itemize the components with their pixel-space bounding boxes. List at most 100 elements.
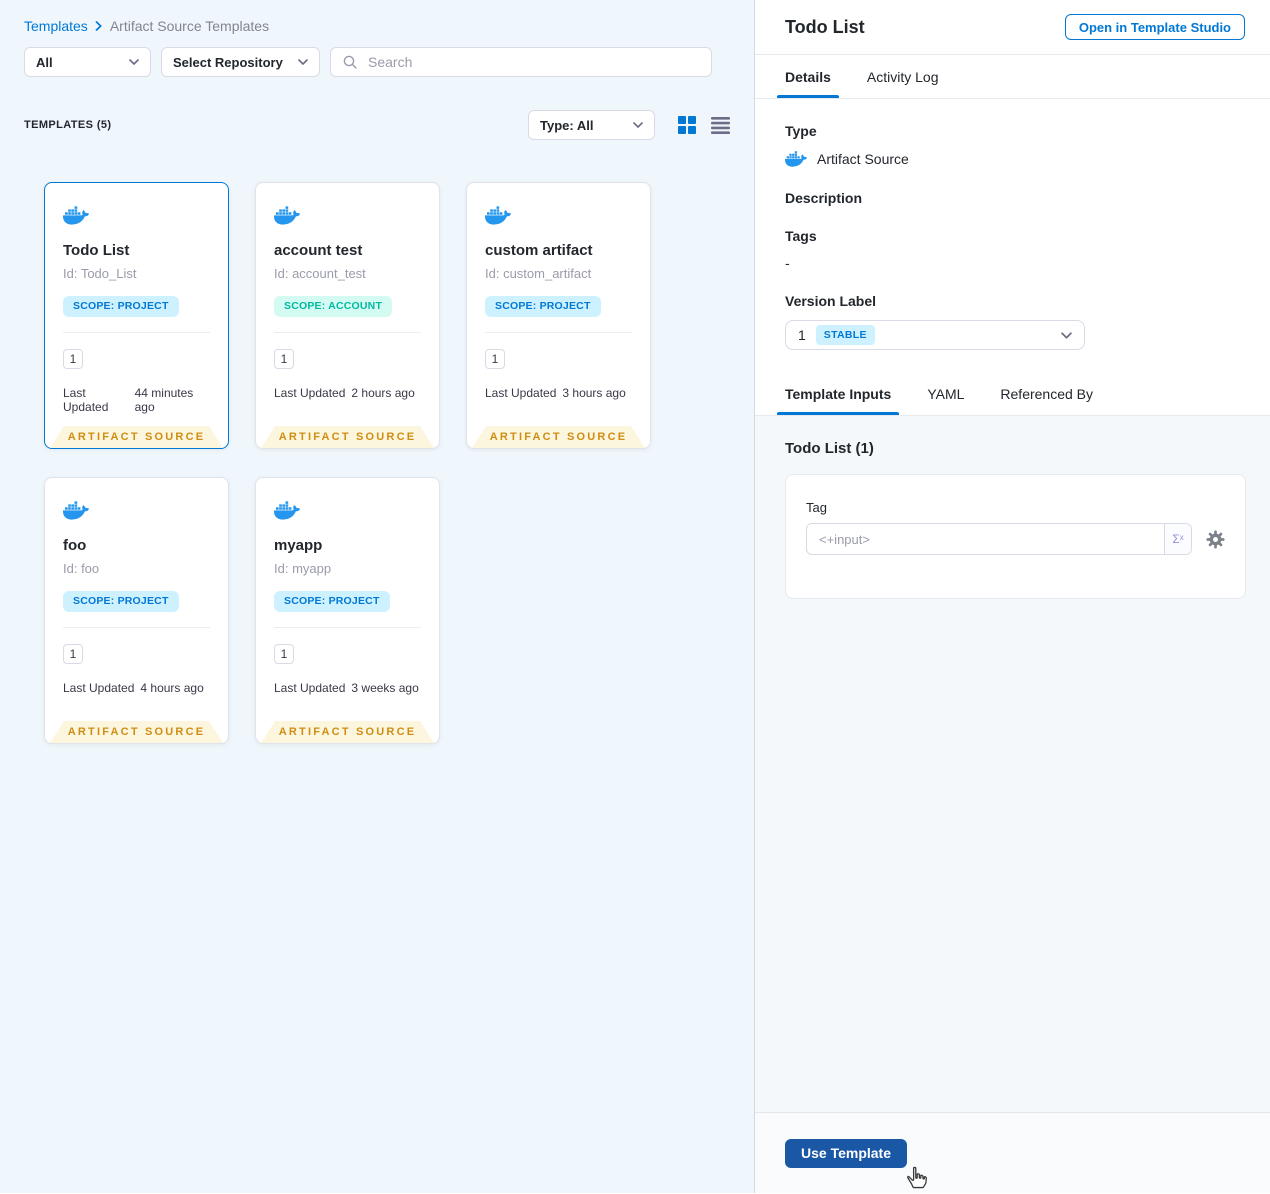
details-body: Type Artifact Source Description Tags - … bbox=[755, 99, 1270, 372]
stable-badge: STABLE bbox=[815, 325, 875, 345]
last-updated-value: 3 weeks ago bbox=[351, 681, 419, 695]
inputs-card: Tag Σˣ bbox=[785, 474, 1246, 599]
card-divider bbox=[63, 627, 210, 628]
version-chip: 1 bbox=[63, 349, 83, 369]
details-header: Todo List Open in Template Studio bbox=[755, 0, 1270, 55]
version-chip: 1 bbox=[274, 349, 294, 369]
open-in-template-studio-button[interactable]: Open in Template Studio bbox=[1064, 14, 1245, 40]
version-dropdown[interactable]: 1 STABLE bbox=[785, 320, 1085, 350]
filter-row: All Select Repository bbox=[24, 47, 730, 77]
template-card-account-test[interactable]: account test Id: account_test SCOPE: ACC… bbox=[255, 182, 440, 449]
last-updated-value: 44 minutes ago bbox=[134, 386, 194, 414]
tag-input-wrapper: Σˣ bbox=[806, 523, 1192, 555]
details-footer: Use Template bbox=[755, 1112, 1270, 1193]
docker-icon bbox=[274, 205, 421, 226]
docker-icon bbox=[63, 500, 210, 521]
tag-field-label: Tag bbox=[806, 500, 827, 515]
repository-filter-value: Select Repository bbox=[173, 54, 283, 70]
repository-filter-dropdown[interactable]: Select Repository bbox=[161, 47, 320, 77]
type-filter-dropdown[interactable]: Type: All bbox=[528, 110, 655, 140]
tag-input-row: Σˣ bbox=[806, 523, 1225, 555]
scope-badge: SCOPE: PROJECT bbox=[274, 591, 390, 612]
docker-icon bbox=[274, 500, 421, 521]
artifact-source-ribbon: ARTIFACT SOURCE bbox=[261, 426, 434, 448]
last-updated-label: Last Updated bbox=[63, 681, 135, 695]
template-card-myapp[interactable]: myapp Id: myapp SCOPE: PROJECT 1 Last Up… bbox=[255, 477, 440, 744]
last-updated-value: 3 hours ago bbox=[562, 386, 626, 400]
template-name: account test bbox=[274, 242, 363, 259]
version-chip: 1 bbox=[274, 644, 294, 664]
docker-icon bbox=[485, 205, 632, 226]
expression-icon[interactable]: Σˣ bbox=[1164, 524, 1191, 554]
description-label: Description bbox=[785, 190, 863, 206]
chevron-right-icon bbox=[95, 21, 103, 31]
artifact-source-ribbon: ARTIFACT SOURCE bbox=[261, 721, 434, 743]
version-chip: 1 bbox=[485, 349, 505, 369]
docker-icon bbox=[785, 150, 807, 168]
chevron-down-icon bbox=[633, 122, 643, 128]
template-name: Todo List bbox=[63, 242, 130, 259]
template-library-page: Templates Artifact Source Templates All … bbox=[0, 0, 1270, 1193]
list-view-icon[interactable] bbox=[711, 116, 730, 134]
template-id: Id: myapp bbox=[274, 561, 332, 576]
tags-value: - bbox=[785, 255, 790, 271]
scope-badge: SCOPE: ACCOUNT bbox=[274, 296, 393, 317]
details-tabbar: Details Activity Log bbox=[755, 55, 1270, 99]
scope-badge: SCOPE: PROJECT bbox=[485, 296, 601, 317]
tab-template-inputs[interactable]: Template Inputs bbox=[776, 372, 900, 415]
search-icon bbox=[343, 55, 357, 69]
chevron-down-icon bbox=[129, 59, 139, 65]
scope-filter-value: All bbox=[36, 54, 53, 70]
template-id: Id: Todo_List bbox=[63, 266, 137, 281]
template-id: Id: custom_artifact bbox=[485, 266, 592, 281]
template-card-foo[interactable]: foo Id: foo SCOPE: PROJECT 1 Last Update… bbox=[44, 477, 229, 744]
template-id: Id: account_test bbox=[274, 266, 366, 281]
template-name: custom artifact bbox=[485, 242, 593, 259]
grid-view-icon[interactable] bbox=[678, 116, 696, 134]
template-details-panel: Todo List Open in Template Studio Detail… bbox=[755, 0, 1270, 1193]
version-chip: 1 bbox=[63, 644, 83, 664]
breadcrumb-current: Artifact Source Templates bbox=[109, 18, 270, 34]
last-updated-value: 4 hours ago bbox=[140, 681, 204, 695]
tab-yaml[interactable]: YAML bbox=[927, 372, 964, 415]
scope-badge: SCOPE: PROJECT bbox=[63, 296, 179, 317]
breadcrumb-templates-link[interactable]: Templates bbox=[24, 18, 88, 34]
tab-activity-log[interactable]: Activity Log bbox=[867, 55, 939, 98]
last-updated: Last Updated 44 minutes ago bbox=[63, 386, 210, 414]
tag-input[interactable] bbox=[807, 524, 1164, 554]
last-updated: Last Updated 2 hours ago bbox=[274, 386, 421, 400]
templates-count-label: TEMPLATES (5) bbox=[24, 119, 112, 131]
card-divider bbox=[485, 332, 632, 333]
template-cards-grid: Todo List Id: Todo_List SCOPE: PROJECT 1… bbox=[44, 182, 754, 744]
artifact-source-ribbon: ARTIFACT SOURCE bbox=[472, 426, 645, 448]
type-value: Artifact Source bbox=[817, 151, 909, 167]
version-label: Version Label bbox=[785, 293, 877, 309]
gear-icon[interactable] bbox=[1206, 529, 1225, 549]
last-updated: Last Updated 3 hours ago bbox=[485, 386, 632, 400]
template-id: Id: foo bbox=[63, 561, 100, 576]
template-name: foo bbox=[63, 537, 87, 554]
last-updated-label: Last Updated bbox=[63, 386, 109, 414]
scope-badge: SCOPE: PROJECT bbox=[63, 591, 179, 612]
tags-label: Tags bbox=[785, 228, 817, 244]
scope-filter-dropdown[interactable]: All bbox=[24, 47, 151, 77]
card-divider bbox=[274, 627, 421, 628]
card-divider bbox=[63, 332, 210, 333]
tab-details[interactable]: Details bbox=[777, 55, 839, 98]
version-value: 1 bbox=[798, 327, 806, 343]
artifact-source-ribbon: ARTIFACT SOURCE bbox=[50, 721, 223, 743]
last-updated-label: Last Updated bbox=[485, 386, 557, 400]
chevron-down-icon bbox=[1061, 332, 1072, 339]
last-updated: Last Updated 3 weeks ago bbox=[274, 681, 421, 695]
view-toggles bbox=[678, 116, 730, 134]
template-card-custom-artifact[interactable]: custom artifact Id: custom_artifact SCOP… bbox=[466, 182, 651, 449]
type-label: Type bbox=[785, 123, 817, 139]
docker-icon bbox=[63, 205, 210, 226]
search-box[interactable] bbox=[330, 47, 712, 77]
search-input[interactable] bbox=[366, 53, 699, 71]
use-template-button[interactable]: Use Template bbox=[785, 1138, 907, 1168]
last-updated-label: Last Updated bbox=[274, 386, 346, 400]
type-filter-value: Type: All bbox=[540, 117, 594, 133]
template-card-todo-list[interactable]: Todo List Id: Todo_List SCOPE: PROJECT 1… bbox=[44, 182, 229, 449]
tab-referenced-by[interactable]: Referenced By bbox=[1000, 372, 1093, 415]
